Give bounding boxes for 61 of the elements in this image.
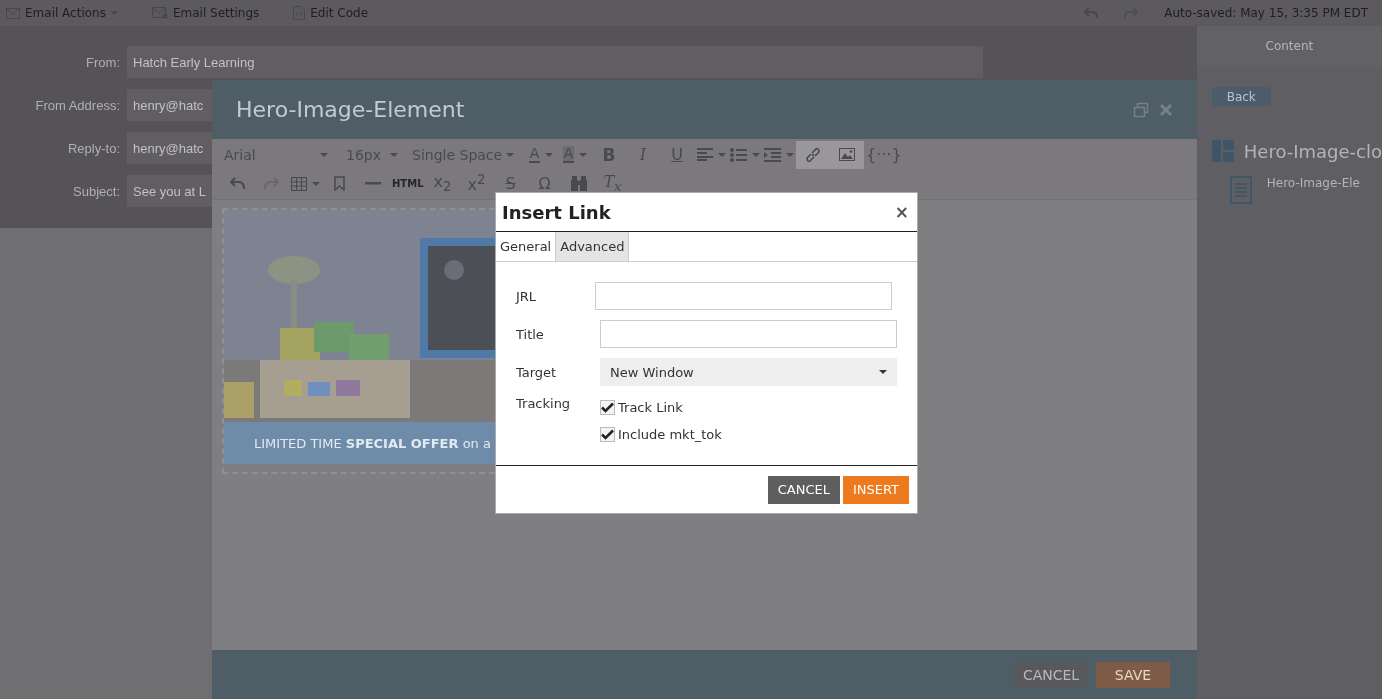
target-select[interactable]: New Window xyxy=(600,358,897,386)
back-button[interactable]: Back xyxy=(1211,87,1271,106)
insert-button[interactable]: INSERT xyxy=(842,475,909,504)
undo-icon xyxy=(229,177,245,190)
caret-icon xyxy=(717,152,726,157)
save-button[interactable]: SAVE xyxy=(1096,661,1170,688)
binoculars-icon xyxy=(570,176,587,191)
bookmark-icon xyxy=(333,176,345,191)
link-icon xyxy=(805,146,821,163)
text-field[interactable] xyxy=(595,282,892,310)
field-label: Reply-to: xyxy=(66,140,120,156)
input-field[interactable]: henry@hatc xyxy=(127,132,212,164)
toolbar-button[interactable]: {···} xyxy=(864,140,904,169)
autosave-status: Auto-saved: May 15, 3:35 PM EDT xyxy=(1164,6,1368,20)
document-icon xyxy=(1229,176,1252,204)
menu-item[interactable]: Email Actions xyxy=(6,6,118,20)
table-icon xyxy=(290,176,307,191)
cancel-button[interactable]: CANCEL xyxy=(1014,661,1088,688)
caret-icon xyxy=(579,152,588,157)
field-label: From Address: xyxy=(34,97,120,113)
field-label: Subject: xyxy=(72,183,120,199)
cancel-button[interactable]: CANCEL xyxy=(767,475,840,504)
input-field[interactable]: Hatch Early Learning xyxy=(127,46,983,78)
menu-item[interactable]: Edit Code xyxy=(293,6,369,20)
field-label: JRL xyxy=(516,288,538,304)
banner-text: LIMITED TIME SPECIAL OFFER on a xyxy=(254,435,491,451)
modal-title: Hero-Image-Element xyxy=(236,97,465,122)
caret-icon xyxy=(320,152,328,157)
restore-icon[interactable] xyxy=(1133,101,1149,118)
checkbox-option[interactable]: Include mkt_tok xyxy=(600,427,722,442)
caret-icon xyxy=(752,152,760,157)
caret-icon xyxy=(545,152,554,157)
tree-item[interactable]: Hero-Image-clo xyxy=(1211,140,1382,162)
field-label: Target xyxy=(516,364,558,380)
field-label: Title xyxy=(516,326,545,342)
menu-item[interactable]: Email Settings xyxy=(151,6,260,20)
input-field[interactable]: henry@hatc xyxy=(127,89,212,121)
tab[interactable]: Advanced xyxy=(556,232,630,261)
checkbox-option[interactable]: Track Link xyxy=(600,400,722,415)
layout-icon xyxy=(1211,140,1234,162)
align-left-icon xyxy=(696,148,713,161)
caret-icon xyxy=(506,152,514,157)
text-field[interactable] xyxy=(600,320,897,348)
toolbar-button[interactable]: HTML xyxy=(390,169,426,198)
caret-icon xyxy=(311,181,320,186)
horizontal-rule-icon xyxy=(365,182,381,185)
close-icon[interactable] xyxy=(1159,102,1173,117)
indent-icon xyxy=(764,147,781,162)
bullet-list-icon xyxy=(730,147,747,162)
input-field[interactable]: See you at L xyxy=(127,175,212,207)
caret-icon xyxy=(390,152,398,157)
image-icon xyxy=(839,148,855,161)
caret-icon xyxy=(786,152,794,157)
dialog-title: Insert Link xyxy=(502,201,611,223)
close-button[interactable]: × xyxy=(894,202,909,222)
field-label: From: xyxy=(85,54,120,70)
checkbox[interactable] xyxy=(600,427,615,442)
checkbox[interactable] xyxy=(600,400,615,415)
field-label: Tracking xyxy=(516,396,572,411)
tree-item[interactable]: Hero-Image-Ele xyxy=(1211,176,1382,204)
caret-icon xyxy=(879,370,887,374)
